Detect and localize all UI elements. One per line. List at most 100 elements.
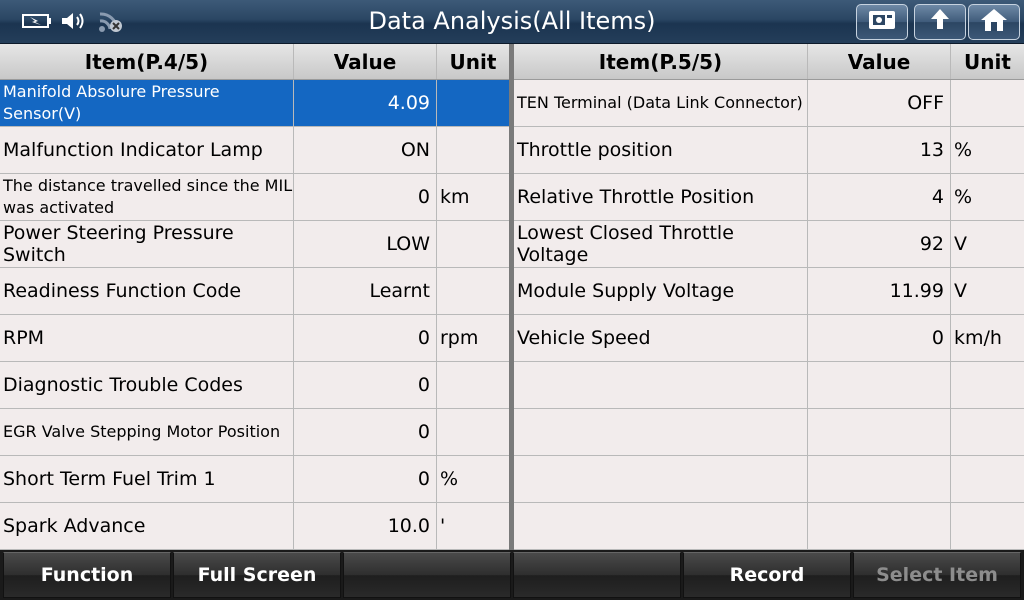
- row-item-name: Throttle position: [514, 127, 808, 173]
- left-data-table: Item(P.4/5) Value Unit Manifold Absolure…: [0, 44, 509, 550]
- row-value: 11.99: [808, 268, 951, 314]
- row-unit: [437, 221, 509, 267]
- row-item-name: [514, 456, 808, 502]
- table-row[interactable]: The distance travelled since the MIL was…: [0, 174, 509, 221]
- function-button[interactable]: Function: [3, 552, 171, 598]
- table-row[interactable]: Relative Throttle Position 4%: [514, 174, 1024, 221]
- table-row[interactable]: TEN Terminal (Data Link Connector) OFF: [514, 80, 1024, 127]
- header-unit: Unit: [964, 49, 1011, 74]
- row-unit: [437, 362, 509, 408]
- row-value: 13: [808, 127, 951, 173]
- table-row[interactable]: Power Steering Pressure Switch LOW: [0, 221, 509, 268]
- row-value: 0: [294, 456, 437, 502]
- record-button[interactable]: Record: [683, 552, 851, 598]
- row-item-name: EGR Valve Stepping Motor Position: [0, 409, 294, 455]
- header-unit: Unit: [449, 49, 497, 74]
- row-value: 0: [294, 362, 437, 408]
- table-row[interactable]: RPM 0 rpm: [0, 315, 509, 362]
- row-unit: [951, 362, 1024, 408]
- header-value: Value: [294, 44, 437, 79]
- row-value: [808, 503, 951, 549]
- row-value: 0: [294, 409, 437, 455]
- row-value: 0: [808, 315, 951, 361]
- table-row[interactable]: Malfunction Indicator Lamp ON: [0, 127, 509, 174]
- row-unit: [951, 80, 1024, 126]
- table-row[interactable]: Readiness Function Code Learnt: [0, 268, 509, 315]
- table-row[interactable]: Short Term Fuel Trim 1 0%: [0, 456, 509, 503]
- row-value: 0: [294, 174, 437, 220]
- row-item-name: Manifold Absolure Pressure Sensor(V): [0, 80, 294, 126]
- row-unit: [951, 456, 1024, 502]
- row-item-name: RPM: [0, 315, 294, 361]
- row-item-name: [514, 503, 808, 549]
- right-data-table: Item(P.5/5) Value Unit TEN Terminal (Dat…: [514, 44, 1024, 550]
- table-row[interactable]: Throttle position 13%: [514, 127, 1024, 174]
- row-unit: [437, 80, 509, 126]
- row-item-name: [514, 409, 808, 455]
- row-value: 4: [808, 174, 951, 220]
- row-unit: V: [954, 280, 967, 302]
- table-row[interactable]: Spark Advance 10.0 ': [0, 503, 509, 550]
- blank-button-4[interactable]: [513, 552, 681, 598]
- back-button[interactable]: [914, 4, 966, 40]
- full-screen-button[interactable]: Full Screen: [173, 552, 341, 598]
- row-value: 92: [808, 221, 951, 267]
- table-row[interactable]: Module Supply Voltage 11.99 V: [514, 268, 1024, 315]
- back-icon: [925, 7, 955, 37]
- table-row[interactable]: Lowest Closed Throttle Voltage 92 V: [514, 221, 1024, 268]
- row-value: 4.09: [294, 80, 437, 126]
- row-unit: %: [954, 139, 973, 161]
- row-unit: [437, 127, 509, 173]
- bottom-toolbar: Function Full Screen Record Select Item: [0, 550, 1024, 600]
- row-unit: %: [954, 186, 973, 208]
- row-value: [808, 362, 951, 408]
- row-item-name: TEN Terminal (Data Link Connector): [514, 80, 808, 126]
- table-row[interactable]: Vehicle Speed 0 km/h: [514, 315, 1024, 362]
- header-value: Value: [808, 44, 951, 79]
- row-item-name: Vehicle Speed: [514, 315, 808, 361]
- home-button[interactable]: [968, 4, 1020, 40]
- table-row[interactable]: EGR Valve Stepping Motor Position 0: [0, 409, 509, 456]
- row-value: ON: [294, 127, 437, 173]
- select-item-button[interactable]: Select Item: [853, 552, 1021, 598]
- screenshot-icon: [866, 8, 898, 36]
- row-value: 10.0: [294, 503, 437, 549]
- row-unit: %: [440, 468, 459, 490]
- table-row[interactable]: [514, 409, 1024, 456]
- row-value: Learnt: [294, 268, 437, 314]
- table-row[interactable]: Diagnostic Trouble Codes 0: [0, 362, 509, 409]
- row-item-name: Malfunction Indicator Lamp: [0, 127, 294, 173]
- row-item-name: Short Term Fuel Trim 1: [0, 456, 294, 502]
- row-item-name: Diagnostic Trouble Codes: [0, 362, 294, 408]
- row-unit: km: [440, 186, 470, 208]
- row-unit: [437, 409, 509, 455]
- row-value: [808, 456, 951, 502]
- table-row[interactable]: [514, 456, 1024, 503]
- header-item: Item(P.5/5): [514, 44, 808, 79]
- row-item-name: Relative Throttle Position: [514, 174, 808, 220]
- row-value: LOW: [294, 221, 437, 267]
- row-item-name: Spark Advance: [0, 503, 294, 549]
- table-row[interactable]: [514, 362, 1024, 409]
- row-unit: [951, 503, 1024, 549]
- row-value: [808, 409, 951, 455]
- table-header: Item(P.4/5) Value Unit: [0, 44, 509, 80]
- row-item-name: Lowest Closed Throttle Voltage: [514, 221, 808, 267]
- row-unit: [951, 409, 1024, 455]
- table-row[interactable]: Manifold Absolure Pressure Sensor(V) 4.09: [0, 80, 509, 127]
- home-icon: [979, 7, 1009, 37]
- row-item-name: Module Supply Voltage: [514, 268, 808, 314]
- header-item: Item(P.4/5): [0, 44, 294, 79]
- screenshot-button[interactable]: [856, 4, 908, 40]
- row-item-name: Readiness Function Code: [0, 268, 294, 314]
- blank-button-3[interactable]: [343, 552, 511, 598]
- table-row[interactable]: [514, 503, 1024, 550]
- row-item-name: [514, 362, 808, 408]
- row-item-name: Power Steering Pressure Switch: [0, 221, 294, 267]
- title-bar: Data Analysis(All Items): [0, 0, 1024, 44]
- row-unit: V: [954, 233, 967, 255]
- row-value: 0: [294, 315, 437, 361]
- row-unit: [437, 268, 509, 314]
- table-header: Item(P.5/5) Value Unit: [514, 44, 1024, 80]
- row-unit: rpm: [440, 327, 479, 349]
